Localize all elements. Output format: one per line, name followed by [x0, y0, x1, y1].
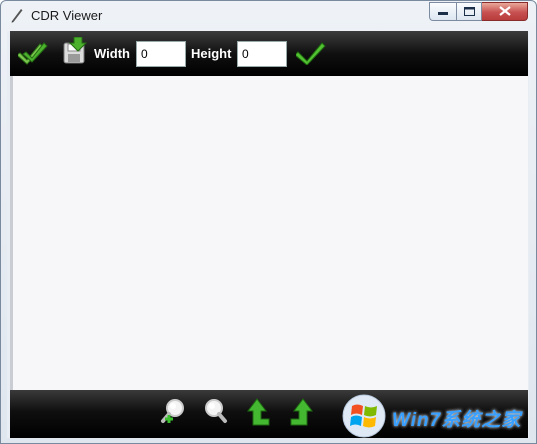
pen-icon	[9, 7, 25, 23]
minimize-button[interactable]	[429, 2, 456, 21]
save-disk-icon	[62, 36, 88, 70]
rotate-right-button[interactable]	[286, 397, 316, 432]
document-canvas[interactable]	[10, 76, 528, 390]
rotate-left-button[interactable]	[244, 397, 274, 432]
close-button[interactable]	[482, 2, 528, 21]
height-label: Height	[191, 46, 232, 61]
save-button[interactable]	[60, 36, 90, 70]
rotate-left-icon	[245, 397, 273, 432]
watermark: Win7系统之家	[340, 393, 532, 439]
close-icon	[498, 3, 511, 21]
title-bar[interactable]: CDR Viewer	[1, 1, 536, 31]
double-check-icon	[16, 39, 48, 70]
width-label: Width	[94, 46, 130, 61]
width-input[interactable]	[136, 41, 186, 67]
confirm-button[interactable]	[294, 39, 326, 70]
window-controls	[429, 2, 528, 21]
zoom-out-icon	[200, 397, 230, 432]
rotate-right-icon	[287, 397, 315, 432]
windows-logo-icon	[340, 393, 388, 444]
window-title: CDR Viewer	[31, 8, 103, 23]
zoom-out-button[interactable]	[200, 398, 230, 430]
maximize-button[interactable]	[456, 2, 482, 21]
check-icon	[294, 39, 326, 70]
watermark-text: Win7系统之家	[392, 410, 522, 431]
apply-button[interactable]	[16, 39, 48, 70]
top-toolbar: Width Height	[10, 31, 528, 76]
zoom-in-button[interactable]	[160, 398, 190, 430]
height-input[interactable]	[237, 41, 287, 67]
maximize-icon	[463, 3, 475, 21]
zoom-in-icon	[160, 397, 190, 432]
minimize-icon	[438, 3, 448, 21]
